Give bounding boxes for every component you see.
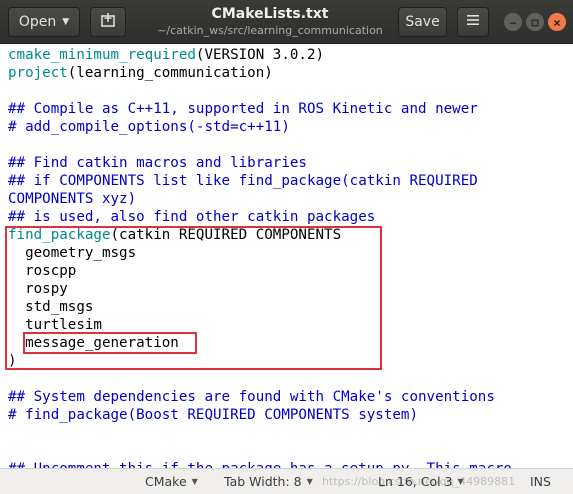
code-line: ## Uncomment this if the package has a s…: [8, 460, 512, 468]
new-tab-icon: [100, 12, 116, 32]
code-line: message_generation: [8, 334, 179, 352]
insert-mode-label: INS: [530, 474, 551, 489]
code-line: rospy: [8, 280, 68, 298]
code-token: ## Find catkin macros and libraries: [8, 155, 307, 171]
code-token: std_msgs: [8, 299, 94, 315]
code-token: ): [8, 353, 17, 369]
code-token: find_package: [8, 227, 111, 243]
header-bar: Open ▼ CMakeLists.txt ~/catkin_ws/src/le…: [0, 0, 573, 44]
code-line: ## is used, also find other catkin packa…: [8, 208, 375, 226]
code-token: geometry_msgs: [8, 245, 137, 261]
open-label: Open: [18, 14, 57, 30]
language-selector[interactable]: CMake ▼: [145, 469, 198, 494]
hamburger-menu-icon: [466, 14, 480, 30]
window-title: CMakeLists.txt: [211, 6, 329, 22]
save-button[interactable]: Save: [398, 7, 447, 37]
code-token: # add_compile_options(-std=c++11): [8, 119, 290, 135]
code-token: ## if COMPONENTS list like find_package(…: [8, 173, 478, 189]
window-subtitle: ~/catkin_ws/src/learning_communication: [157, 24, 383, 37]
chevron-down-icon: ▼: [306, 477, 313, 486]
chevron-down-icon: ▼: [191, 477, 198, 486]
chevron-down-icon: ▼: [457, 477, 464, 486]
maximize-button[interactable]: [526, 13, 544, 31]
code-line: COMPONENTS xyz): [8, 190, 136, 208]
open-button[interactable]: Open ▼: [8, 7, 80, 37]
code-token: message_generation: [8, 335, 179, 351]
code-token: # find_package(Boost REQUIRED COMPONENTS…: [8, 407, 418, 423]
code-line: cmake_minimum_required(VERSION 3.0.2): [8, 46, 324, 64]
code-token: ## Compile as C++11, supported in ROS Ki…: [8, 101, 478, 117]
cursor-position[interactable]: Ln 16, Col 3 ▼: [378, 469, 464, 494]
code-line: project(learning_communication): [8, 64, 273, 82]
text-editor-area[interactable]: cmake_minimum_required(VERSION 3.0.2) pro…: [0, 44, 573, 468]
code-line: ## Compile as C++11, supported in ROS Ki…: [8, 100, 478, 118]
code-token: project: [8, 65, 68, 81]
close-icon: [552, 13, 562, 32]
code-line: # add_compile_options(-std=c++11): [8, 118, 290, 136]
cursor-position-label: Ln 16, Col 3: [378, 474, 453, 489]
code-line: find_package(catkin REQUIRED COMPONENTS: [8, 226, 341, 244]
code-token: (VERSION 3.0.2): [195, 47, 325, 63]
menu-button[interactable]: [457, 7, 489, 37]
chevron-down-icon: ▼: [62, 17, 70, 27]
minimize-button[interactable]: [504, 13, 522, 31]
code-line: ## System dependencies are found with CM…: [8, 388, 495, 406]
code-token: COMPONENTS xyz): [8, 191, 137, 207]
code-token: rospy: [8, 281, 68, 297]
tab-width-selector[interactable]: Tab Width: 8 ▼: [224, 469, 313, 494]
tab-width-label: Tab Width: 8: [224, 474, 302, 489]
code-token: ## System dependencies are found with CM…: [8, 389, 495, 405]
code-token: ## Uncomment this if the package has a s…: [8, 461, 512, 468]
minimize-icon: [508, 13, 518, 32]
status-bar: CMake ▼ Tab Width: 8 ▼ https://blog.csdn…: [0, 468, 573, 494]
window-title-area: CMakeLists.txt ~/catkin_ws/src/learning_…: [150, 5, 390, 38]
code-line: # find_package(Boost REQUIRED COMPONENTS…: [8, 406, 418, 424]
code-token: turtlesim: [8, 317, 102, 333]
maximize-icon: [530, 13, 540, 32]
close-button[interactable]: [548, 13, 566, 31]
code-line: ): [8, 352, 17, 370]
code-line: ## Find catkin macros and libraries: [8, 154, 307, 172]
code-line: ## if COMPONENTS list like find_package(…: [8, 172, 478, 190]
insert-mode-indicator: INS: [530, 469, 551, 494]
code-token: cmake_minimum_required: [8, 47, 196, 63]
code-token: ## is used, also find other catkin packa…: [8, 209, 376, 225]
code-line: roscpp: [8, 262, 76, 280]
code-line: std_msgs: [8, 298, 93, 316]
code-line: turtlesim: [8, 316, 102, 334]
code-token: (learning_communication): [67, 65, 273, 81]
code-token: (catkin REQUIRED COMPONENTS: [110, 227, 342, 243]
code-token: roscpp: [8, 263, 77, 279]
language-label: CMake: [145, 474, 187, 489]
new-tab-button[interactable]: [90, 7, 126, 37]
save-label: Save: [405, 14, 440, 30]
code-line: geometry_msgs: [8, 244, 136, 262]
